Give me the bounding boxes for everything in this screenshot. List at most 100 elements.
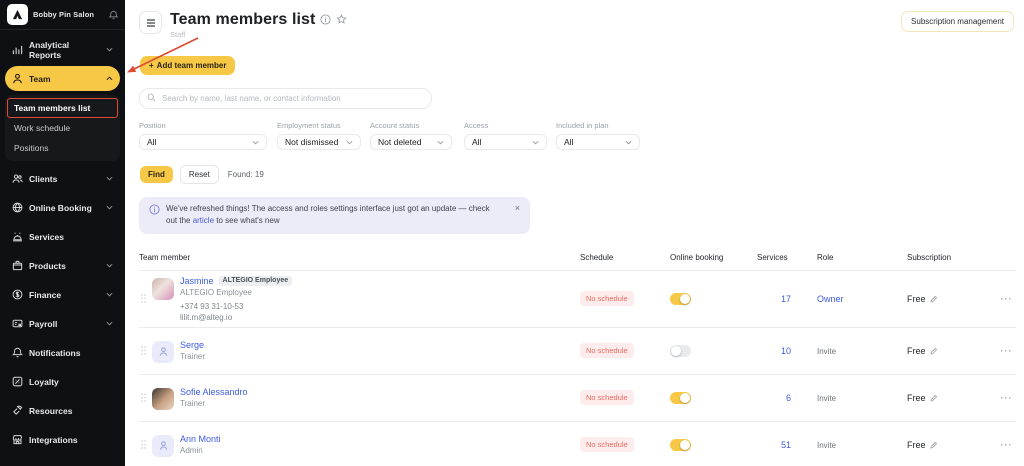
sidebar-item-resources[interactable]: Resources (5, 398, 120, 423)
member-email: lilit.m@alteg.io (180, 313, 292, 322)
online-booking-toggle[interactable] (670, 392, 691, 404)
edit-pencil-icon[interactable] (930, 394, 938, 402)
sidebar-item-integrations[interactable]: Integrations (5, 427, 120, 452)
filter-label-account-status: Account status (370, 121, 452, 130)
main-content: Team members list Staff Subscription man… (125, 0, 1024, 466)
sidebar-item-label: Online Booking (29, 203, 92, 213)
services-count-link[interactable]: 17 (781, 294, 791, 304)
sidebar-item-team[interactable]: Team (5, 66, 120, 91)
sidebar-item-label: Loyalty (29, 377, 59, 387)
online-booking-toggle[interactable] (670, 293, 691, 305)
hamburger-menu-button[interactable] (139, 11, 162, 34)
col-subscription: Subscription (907, 253, 997, 262)
search-input[interactable] (139, 88, 432, 109)
filter-label-access: Access (464, 121, 547, 130)
star-favorite-icon[interactable] (336, 14, 347, 25)
sidebar-item-work-schedule[interactable]: Work schedule (7, 118, 118, 138)
member-phone: +374 93 31-10-53 (180, 302, 292, 311)
sidebar-item-services[interactable]: Services (5, 224, 120, 249)
schedule-status-badge: No schedule (580, 291, 634, 306)
chevron-down-icon (106, 176, 113, 181)
more-menu-icon[interactable]: ··· (997, 294, 1016, 304)
sidebar-item-loyalty[interactable]: Loyalty (5, 369, 120, 394)
chevron-down-icon (437, 140, 444, 145)
more-menu-icon[interactable]: ··· (997, 346, 1016, 356)
team-submenu: Team members list Work schedule Position… (5, 95, 120, 161)
account-status-select[interactable]: Not deleted (370, 134, 452, 150)
sidebar-item-analytical-reports[interactable]: Analytical Reports (5, 37, 120, 62)
member-position: Trainer (180, 352, 205, 361)
table-row: Ann Monti Admin No schedule 51 Invite Fr… (139, 422, 1016, 466)
position-select[interactable]: All (139, 134, 267, 150)
member-name-link[interactable]: Jasmine (180, 276, 214, 286)
search-bar (139, 88, 432, 109)
article-link[interactable]: article (193, 216, 214, 225)
sidebar-item-label: Resources (29, 406, 72, 416)
col-online-booking: Online booking (670, 253, 757, 262)
drag-handle-icon[interactable] (141, 346, 146, 355)
notifications-bell-icon[interactable] (109, 10, 118, 20)
services-count-link[interactable]: 10 (781, 346, 791, 356)
role-status: Invite (817, 347, 836, 356)
subscription-value: Free (907, 346, 926, 356)
online-booking-toggle[interactable] (670, 439, 691, 451)
member-name-link[interactable]: Ann Monti (180, 434, 221, 444)
more-menu-icon[interactable]: ··· (997, 393, 1016, 403)
sidebar-item-finance[interactable]: Finance (5, 282, 120, 307)
online-booking-toggle[interactable] (670, 345, 691, 357)
close-icon[interactable]: × (515, 203, 520, 215)
chevron-down-icon (625, 140, 632, 145)
find-button[interactable]: Find (140, 166, 173, 183)
schedule-status-badge: No schedule (580, 343, 634, 358)
member-position: ALTEGIO Employee (180, 288, 292, 297)
filters-row: Position All Employment status Not dismi… (139, 121, 1012, 150)
sidebar-item-team-members-list[interactable]: Team members list (7, 98, 118, 118)
people-icon (12, 173, 23, 184)
sidebar-item-label: Clients (29, 174, 57, 184)
sidebar-item-online-booking[interactable]: Online Booking (5, 195, 120, 220)
sidebar-item-label: Services (29, 232, 64, 242)
sidebar-item-notifications[interactable]: Notifications (5, 340, 120, 365)
search-icon (147, 93, 156, 102)
filter-label-included-in-plan: Included in plan (556, 121, 640, 130)
avatar (152, 278, 174, 300)
edit-pencil-icon[interactable] (930, 441, 938, 449)
subscription-management-button[interactable]: Subscription management (901, 11, 1014, 32)
sidebar-item-products[interactable]: Products (5, 253, 120, 278)
member-name-link[interactable]: Serge (180, 340, 205, 350)
schedule-status-badge: No schedule (580, 390, 634, 405)
avatar (152, 388, 174, 410)
edit-pencil-icon[interactable] (930, 295, 938, 303)
services-count-link[interactable]: 6 (786, 393, 791, 403)
sidebar-item-payroll[interactable]: Payroll (5, 311, 120, 336)
role-link[interactable]: Owner (817, 294, 844, 304)
chevron-down-icon (106, 263, 113, 268)
sidebar-item-positions[interactable]: Positions (7, 138, 118, 158)
access-select[interactable]: All (464, 134, 547, 150)
avatar-placeholder (152, 435, 174, 457)
sidebar-item-label: Finance (29, 290, 61, 300)
drag-handle-icon[interactable] (141, 440, 146, 449)
info-icon[interactable] (320, 14, 331, 25)
drag-handle-icon[interactable] (141, 294, 146, 303)
drag-handle-icon[interactable] (141, 393, 146, 402)
sidebar-item-clients[interactable]: Clients (5, 166, 120, 191)
sidebar-item-label: Notifications (29, 348, 80, 358)
member-name-link[interactable]: Sofie Alessandro (180, 387, 248, 397)
info-icon (149, 204, 160, 215)
included-in-plan-select[interactable]: All (556, 134, 640, 150)
employment-status-select[interactable]: Not dismissed (277, 134, 361, 150)
sidebar-item-label: Integrations (29, 435, 78, 445)
table-header-row: Team member Schedule Online booking Serv… (139, 246, 1016, 271)
edit-pencil-icon[interactable] (930, 347, 938, 355)
more-menu-icon[interactable]: ··· (997, 440, 1016, 450)
page-subtitle: Staff (170, 30, 347, 39)
brand-logo-icon (7, 4, 28, 25)
reset-button[interactable]: Reset (180, 165, 219, 184)
add-team-member-button[interactable]: +Add team member (140, 56, 235, 75)
services-count-link[interactable]: 51 (781, 440, 791, 450)
hammer-icon (12, 405, 23, 416)
wallet-card-icon (12, 318, 23, 329)
col-schedule: Schedule (580, 253, 670, 262)
storefront-icon (12, 434, 23, 445)
